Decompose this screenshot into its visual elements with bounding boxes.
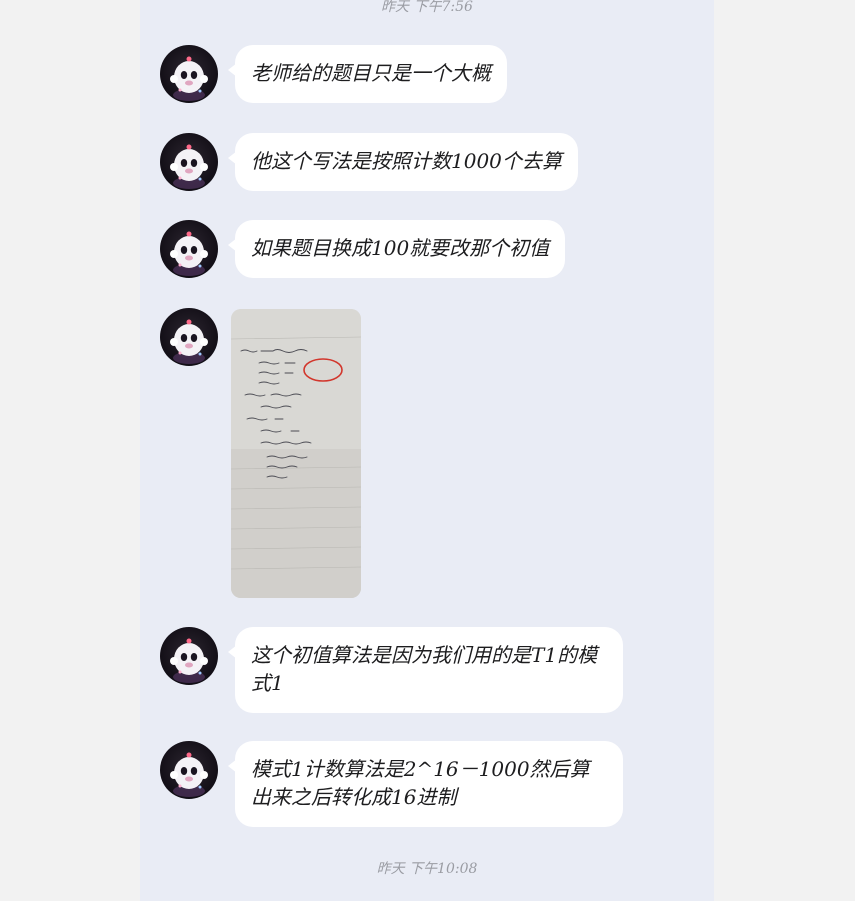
message-text: 如果题目换成100就要改那个初值: [251, 236, 550, 260]
handwritten-notes-photo: [231, 309, 361, 598]
avatar[interactable]: [160, 308, 218, 366]
message-bubble[interactable]: 他这个写法是按照计数1000个去算: [228, 133, 578, 191]
chat-panel: 昨天 下午7:56 老师给的题目只是一个大概 他这个写法是按照计数1000个去算…: [140, 0, 714, 901]
message-bubble[interactable]: 这个初值算法是因为我们用的是T1的模式1: [228, 627, 623, 713]
avatar[interactable]: [160, 220, 218, 278]
message-text: 这个初值算法是因为我们用的是T1的模式1: [251, 643, 598, 695]
timestamp: 昨天 下午10:08: [376, 861, 478, 877]
timestamp: 昨天 下午7:56: [381, 0, 473, 15]
avatar-character-icon: [170, 752, 208, 797]
avatar[interactable]: [160, 741, 218, 799]
message-bubble[interactable]: 如果题目换成100就要改那个初值: [227, 220, 566, 278]
avatar-character-icon: [170, 56, 208, 101]
avatar-character-icon: [170, 319, 208, 364]
message-bubble[interactable]: 老师给的题目只是一个大概: [228, 45, 507, 103]
avatar[interactable]: [160, 133, 218, 191]
message-text: 老师给的题目只是一个大概: [251, 61, 491, 85]
avatar-character-icon: [170, 144, 208, 189]
message-bubble[interactable]: 模式1计数算法是2^16－1000然后算出来之后转化成16进制: [228, 741, 623, 827]
message-text: 模式1计数算法是2^16－1000然后算出来之后转化成16进制: [251, 757, 590, 809]
image-message[interactable]: [231, 309, 361, 598]
avatar-character-icon: [170, 231, 208, 276]
avatar-character-icon: [170, 638, 208, 683]
avatar[interactable]: [160, 627, 218, 685]
avatar[interactable]: [160, 45, 218, 103]
message-text: 他这个写法是按照计数1000个去算: [251, 149, 562, 173]
